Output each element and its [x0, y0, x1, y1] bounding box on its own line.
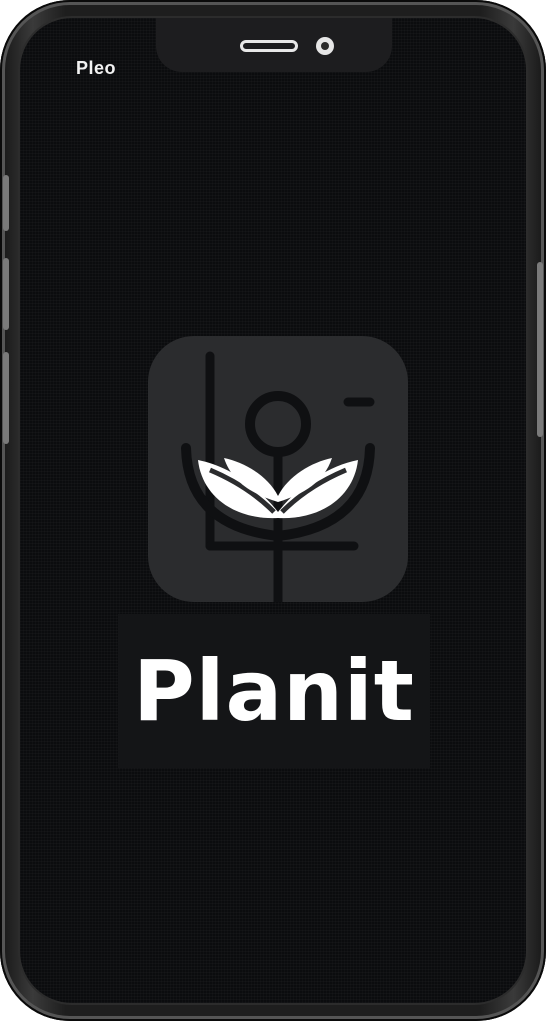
- speaker-grille: [240, 40, 298, 52]
- volume-down-button: [3, 352, 9, 444]
- device-mockup: Pleo Planit: [0, 0, 546, 1021]
- phone-frame: Pleo Planit: [0, 0, 546, 1021]
- power-button: [537, 262, 543, 437]
- app-wordmark: Planit: [118, 614, 430, 768]
- splash-screen: Pleo Planit: [20, 18, 526, 1003]
- plant-camera-icon: [148, 336, 408, 602]
- volume-up-button: [3, 258, 9, 330]
- app-name: Planit: [133, 642, 415, 740]
- carrier-label: Pleo: [76, 58, 117, 78]
- mute-switch: [3, 175, 9, 231]
- notch: [156, 18, 392, 72]
- front-camera-icon: [316, 37, 334, 55]
- app-logo-graphic: [181, 351, 375, 602]
- lens-circle: [245, 391, 311, 457]
